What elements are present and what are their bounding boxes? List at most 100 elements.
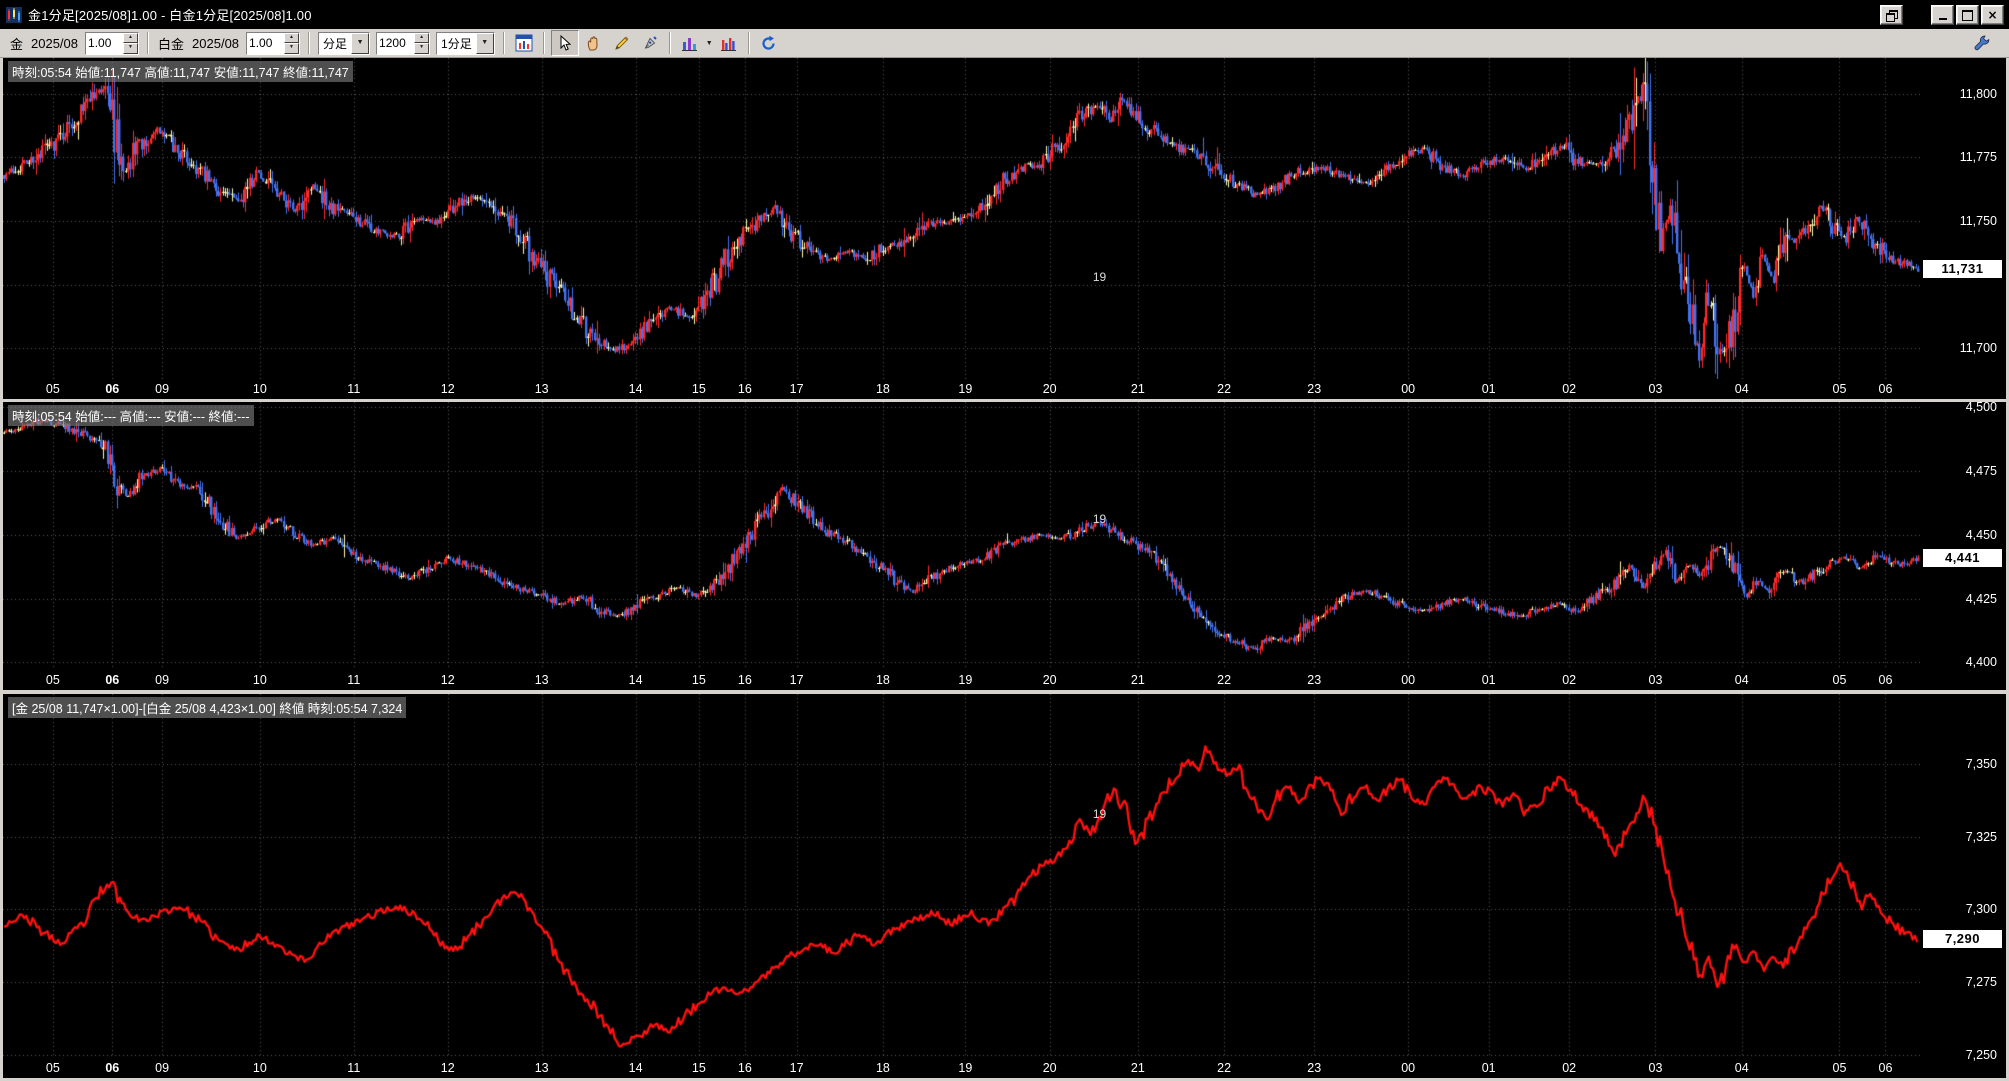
y-axis-tick-label: 4,500 xyxy=(1965,402,1997,415)
bar-type-value: 分足 xyxy=(323,36,348,51)
y-axis-tick-label: 7,275 xyxy=(1965,975,1997,990)
interval-combobox[interactable]: 1分足 ▼ xyxy=(436,31,495,55)
freehand-tool-button[interactable] xyxy=(637,31,663,55)
time-axis-label: 12 xyxy=(440,1061,455,1075)
gold-contract-month: 2025/08 xyxy=(31,35,79,51)
platinum-multiplier-spinner[interactable]: ▲▼ xyxy=(246,31,301,55)
gold-quote-info: 時刻:05:54 始値:11,747 高値:11,747 安値:11,747 終… xyxy=(8,61,353,82)
time-axis-label: 21 xyxy=(1130,1061,1145,1075)
time-axis-label: 17 xyxy=(789,382,804,396)
time-axis-label: 19 xyxy=(958,673,973,687)
toolbar-separator xyxy=(502,32,505,54)
wrench-icon xyxy=(1973,34,1991,52)
chart-type-button[interactable] xyxy=(677,31,703,55)
time-axis-label: 21 xyxy=(1130,673,1145,687)
time-axis-label: 14 xyxy=(628,673,643,687)
toolbar-separator xyxy=(147,32,150,54)
gold-multiplier-spinner[interactable]: ▲▼ xyxy=(85,31,140,55)
time-axis-label: 01 xyxy=(1481,1061,1496,1075)
chart-type-dropdown-icon[interactable]: ▼ xyxy=(704,31,715,55)
time-axis-label: 05 xyxy=(45,382,60,396)
bar-count-spinner[interactable]: ▲▼ xyxy=(376,31,431,55)
spin-down-icon[interactable]: ▼ xyxy=(284,43,300,54)
y-axis-tick-label: 11,775 xyxy=(1959,150,1997,165)
minimize-button[interactable] xyxy=(1931,5,1954,25)
settings-button[interactable] xyxy=(1969,31,1995,55)
compare-chart-button[interactable] xyxy=(716,31,742,55)
refresh-icon xyxy=(760,35,777,52)
time-axis-label: 23 xyxy=(1307,1061,1322,1075)
time-axis-label: 03 xyxy=(1648,1061,1663,1075)
time-axis-label: 14 xyxy=(628,1061,643,1075)
gold-y-axis: 11,800 11,775 11,750 11,700 11,731 xyxy=(1920,58,2006,399)
spin-up-icon[interactable]: ▲ xyxy=(123,32,139,43)
time-axis-label: 01 xyxy=(1481,382,1496,396)
maximize-button[interactable] xyxy=(1956,5,1979,25)
bar-chart-icon xyxy=(681,35,698,52)
spin-down-icon[interactable]: ▼ xyxy=(123,43,139,54)
platinum-multiplier-input[interactable] xyxy=(247,32,285,54)
select-tool-button[interactable] xyxy=(550,30,579,56)
spread-y-axis: 7,350 7,325 7,300 7,275 7,250 7,290 xyxy=(1920,694,2006,1078)
time-axis-label: 19 xyxy=(958,382,973,396)
spin-up-icon[interactable]: ▲ xyxy=(414,32,430,43)
toolbar-separator xyxy=(747,32,750,54)
gold-price-canvas[interactable] xyxy=(3,58,1920,379)
app-icon xyxy=(6,6,22,23)
spin-up-icon[interactable]: ▲ xyxy=(284,32,300,43)
spread-line-canvas[interactable] xyxy=(3,694,1920,1058)
y-axis-tick-label: 11,800 xyxy=(1959,86,1997,101)
line-draw-tool-button[interactable] xyxy=(609,31,635,55)
time-axis-label: 17 xyxy=(789,673,804,687)
time-axis-label: 22 xyxy=(1217,673,1232,687)
time-axis-label: 02 xyxy=(1562,382,1577,396)
time-axis-label: 05 xyxy=(1832,1061,1847,1075)
refresh-button[interactable] xyxy=(756,31,782,55)
chevron-down-icon[interactable]: ▼ xyxy=(475,32,494,54)
time-axis-label: 16 xyxy=(737,382,752,396)
platinum-price-canvas[interactable] xyxy=(3,402,1920,670)
spread-chart-panel: [金 25/08 11,747×1.00]-[白金 25/08 4,423×1.… xyxy=(3,694,2006,1078)
time-axis-label: 13 xyxy=(534,382,549,396)
gold-multiplier-input[interactable] xyxy=(86,32,124,54)
bar-type-combobox[interactable]: 分足 ▼ xyxy=(318,31,371,55)
float-window-button[interactable] xyxy=(1880,5,1903,25)
gold-label: 金 xyxy=(10,36,24,52)
time-axis-label: 14 xyxy=(628,382,643,396)
time-axis-label: 11 xyxy=(347,1061,361,1075)
chevron-down-icon[interactable]: ▼ xyxy=(351,32,370,54)
time-axis-label: 09 xyxy=(155,673,170,687)
time-axis-label: 06 xyxy=(1878,382,1893,396)
time-axis-label: 18 xyxy=(875,382,890,396)
time-axis-label: 03 xyxy=(1648,673,1663,687)
time-axis-label: 19 xyxy=(958,1061,973,1075)
pan-tool-button[interactable] xyxy=(581,31,607,55)
current-price-tag: 11,731 xyxy=(1923,260,2002,279)
time-axis-label: 09 xyxy=(155,382,170,396)
time-axis-label: 15 xyxy=(691,382,706,396)
platinum-time-axis: 05 06 09 10 11 12 13 14 15 16 17 18 19 20 21 22 23 00 01 02… xyxy=(3,670,1920,690)
time-axis-label: 02 xyxy=(1562,1061,1577,1075)
cursor-arrow-icon xyxy=(557,35,573,51)
time-axis-label: 18 xyxy=(875,673,890,687)
platinum-contract-month: 2025/08 xyxy=(192,35,240,51)
app-window: 金1分足[2025/08]1.00 - 白金1分足[2025/08]1.00 ×… xyxy=(0,0,2009,1081)
close-button[interactable]: × xyxy=(1981,5,2004,25)
toolbar-separator xyxy=(542,32,545,54)
current-price-tag: 4,441 xyxy=(1923,548,2002,567)
platinum-quote-info: 時刻:05:54 始値:--- 高値:--- 安値:--- 終値:--- xyxy=(8,405,254,426)
platinum-label: 白金 xyxy=(158,36,185,52)
time-axis-label: 05 xyxy=(45,1061,60,1075)
chart-window-icon xyxy=(515,34,533,52)
chart-window-button[interactable] xyxy=(511,31,537,55)
time-axis-label: 06 xyxy=(1878,1061,1893,1075)
time-axis-label: 02 xyxy=(1562,673,1577,687)
time-axis-label: 21 xyxy=(1130,382,1145,396)
time-axis-label: 01 xyxy=(1481,673,1496,687)
time-axis-label: 16 xyxy=(737,1061,752,1075)
bar-count-input[interactable] xyxy=(377,32,415,54)
spin-down-icon[interactable]: ▼ xyxy=(414,43,430,54)
time-axis-label: 04 xyxy=(1734,382,1749,396)
time-axis-label: 06 xyxy=(105,673,120,687)
time-axis-label: 06 xyxy=(105,382,120,396)
